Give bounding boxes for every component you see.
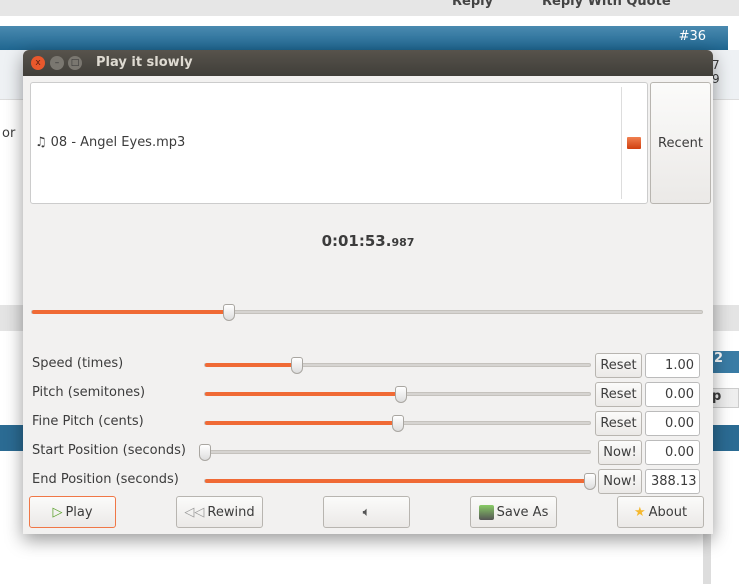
button-label: Reset: [600, 416, 637, 431]
reset-button[interactable]: Reset: [595, 411, 642, 436]
save-as-label: Save As: [496, 504, 549, 520]
play-icon: ▷: [52, 504, 63, 520]
time-main: 0:01:53.: [321, 232, 392, 250]
slider-fill: [205, 421, 398, 425]
slider-thumb[interactable]: [395, 386, 408, 403]
about-button[interactable]: ★ About: [617, 496, 704, 528]
reply-with-quote-link[interactable]: Reply With Quote: [542, 0, 671, 9]
time-display: 0:01:53.987: [23, 232, 713, 250]
control-slider[interactable]: [204, 386, 591, 403]
control-value[interactable]: 1.00: [645, 353, 700, 378]
save-as-button[interactable]: Save As: [470, 496, 557, 528]
position-thumb[interactable]: [222, 304, 235, 321]
control-slider[interactable]: [204, 357, 591, 374]
control-label: Fine Pitch (cents): [32, 414, 144, 429]
control-slider[interactable]: [204, 415, 591, 432]
slider-fill: [205, 363, 298, 367]
save-icon: [478, 504, 494, 520]
bg-text: 9: [712, 72, 720, 86]
star-icon: ★: [633, 504, 646, 520]
maximize-icon[interactable]: □: [68, 56, 82, 70]
control-label: Start Position (seconds): [32, 443, 186, 458]
control-label: Speed (times): [32, 356, 124, 371]
volume-button[interactable]: 🔈︎: [323, 496, 410, 528]
speaker-icon: 🔈︎: [362, 504, 371, 520]
control-slider[interactable]: [204, 473, 596, 490]
minimize-icon[interactable]: –: [50, 56, 64, 70]
control-value[interactable]: 0.00: [645, 382, 700, 407]
reset-button[interactable]: Reset: [595, 353, 642, 378]
post-number: #36: [678, 29, 706, 44]
control-slider[interactable]: [199, 444, 591, 461]
reset-button[interactable]: Reset: [595, 382, 642, 407]
file-chooser[interactable]: ♫ 08 - Angel Eyes.mp3: [30, 82, 648, 204]
slider-thumb[interactable]: [291, 357, 304, 374]
rewind-icon: ◁◁: [184, 504, 205, 520]
button-label: Now!: [603, 445, 637, 460]
control-value[interactable]: 0.00: [645, 440, 700, 465]
close-icon[interactable]: x: [31, 56, 45, 70]
slider-fill: [205, 479, 590, 483]
rewind-label: Rewind: [207, 504, 255, 520]
position-slider[interactable]: [31, 304, 703, 321]
folder-icon[interactable]: [627, 137, 641, 149]
button-label: Now!: [603, 474, 637, 489]
button-label: Reset: [600, 358, 637, 373]
post-header: #36: [0, 26, 728, 50]
control-label: End Position (seconds): [32, 472, 179, 487]
play-button[interactable]: ▷ Play: [29, 496, 116, 528]
bg-text: or: [2, 126, 16, 141]
position-fill: [32, 310, 229, 314]
bg-text: 7: [712, 58, 720, 72]
rewind-button[interactable]: ◁◁ Rewind: [176, 496, 263, 528]
slider-thumb[interactable]: [391, 415, 404, 432]
slider-thumb[interactable]: [199, 444, 211, 461]
about-label: About: [648, 504, 688, 520]
control-value[interactable]: 0.00: [645, 411, 700, 436]
music-note-icon: ♫: [35, 135, 47, 150]
title-bar: x – □ Play it slowly: [23, 50, 713, 76]
button-label: Reset: [600, 387, 637, 402]
file-name: 08 - Angel Eyes.mp3: [50, 135, 186, 150]
now-button[interactable]: Now!: [598, 440, 642, 465]
time-ms: 987: [391, 236, 415, 249]
recent-label: Recent: [658, 135, 703, 151]
slider-fill: [205, 392, 402, 396]
forum-toolbar: Reply Reply With Quote: [0, 0, 739, 16]
slider-thumb[interactable]: [584, 473, 596, 490]
reply-link[interactable]: Reply: [452, 0, 493, 9]
now-button[interactable]: Now!: [598, 469, 642, 494]
window-title: Play it slowly: [96, 55, 193, 70]
play-label: Play: [65, 504, 93, 520]
control-label: Pitch (semitones): [32, 385, 146, 400]
recent-button[interactable]: Recent: [650, 82, 711, 204]
bg-badge: 2: [711, 351, 739, 373]
divider: [621, 87, 622, 199]
play-it-slowly-window: x – □ Play it slowly ♫ 08 - Angel Eyes.mp…: [23, 50, 713, 534]
control-value[interactable]: 388.13: [645, 469, 700, 494]
